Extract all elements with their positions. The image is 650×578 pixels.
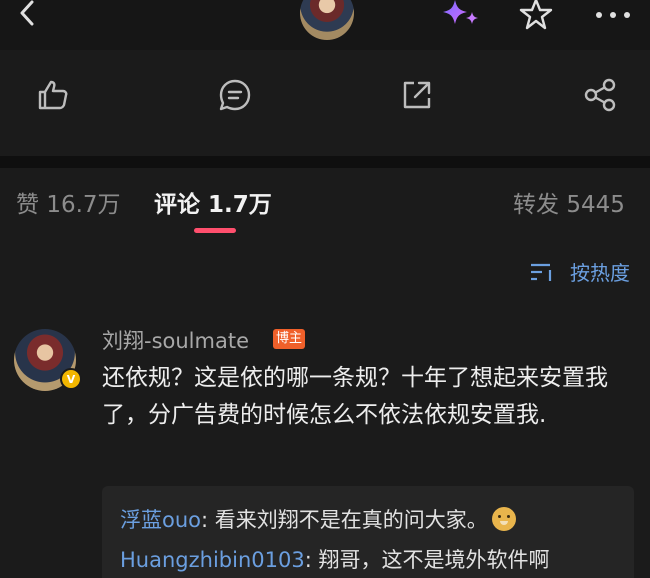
commenter-username[interactable]: 刘翔-soulmate [102, 325, 249, 355]
tab-reposts-count: 5445 [566, 192, 625, 218]
like-button[interactable] [36, 78, 70, 112]
back-arrow-icon [20, 0, 34, 26]
author-badge: 博主 [273, 329, 306, 349]
more-icon [596, 12, 630, 18]
back-button[interactable] [14, 0, 42, 28]
reply-username[interactable]: 浮蓝ouo [120, 508, 201, 532]
reply-item[interactable]: 浮蓝ouo: 看来刘翔不是在真的问大家。 [120, 504, 516, 534]
favorite-button[interactable] [519, 0, 553, 30]
tab-comments[interactable]: 评论 1.7万 [154, 185, 272, 219]
reply-text: : 看来刘翔不是在真的问大家。 [201, 508, 488, 532]
active-tab-indicator [194, 228, 236, 233]
section-divider [0, 156, 650, 168]
doge-emoji-icon [491, 507, 516, 531]
tab-likes-label: 赞 [16, 192, 39, 218]
sort-button[interactable]: 按热度 [570, 257, 630, 286]
forward-button[interactable] [400, 78, 434, 112]
sparkle-button[interactable] [441, 0, 485, 32]
sort-icon [531, 263, 552, 281]
action-bar [0, 50, 650, 156]
share-button[interactable] [583, 78, 617, 112]
tab-comments-label: 评论 [154, 192, 200, 218]
reply-text: : 翔哥，这不是境外软件啊 [304, 548, 550, 572]
tab-reposts[interactable]: 转发 5445 [513, 185, 625, 219]
thumbs-up-icon [38, 80, 68, 110]
comment-button[interactable] [218, 78, 252, 112]
reply-item[interactable]: Huangzhibin0103: 翔哥，这不是境外软件啊 [120, 544, 549, 574]
comment-icon [219, 79, 251, 111]
star-icon [519, 0, 553, 30]
reply-username[interactable]: Huangzhibin0103 [120, 548, 305, 572]
sparkle-icon [443, 0, 478, 24]
tab-likes-count: 16.7万 [46, 192, 121, 218]
more-button[interactable] [594, 6, 632, 18]
tab-likes[interactable]: 赞 16.7万 [16, 185, 121, 219]
verified-badge: V [60, 368, 82, 390]
share-out-icon [403, 81, 431, 109]
sort-button-icon-wrap[interactable] [530, 262, 556, 282]
tab-comments-count: 1.7万 [208, 192, 272, 218]
tab-reposts-label: 转发 [513, 192, 559, 218]
share-icon [584, 78, 616, 112]
comment-text: 还依规？这是依的哪一条规？十年了想起来安置我了，分广告费的时候怎么不依法依规安置… [102, 365, 608, 428]
